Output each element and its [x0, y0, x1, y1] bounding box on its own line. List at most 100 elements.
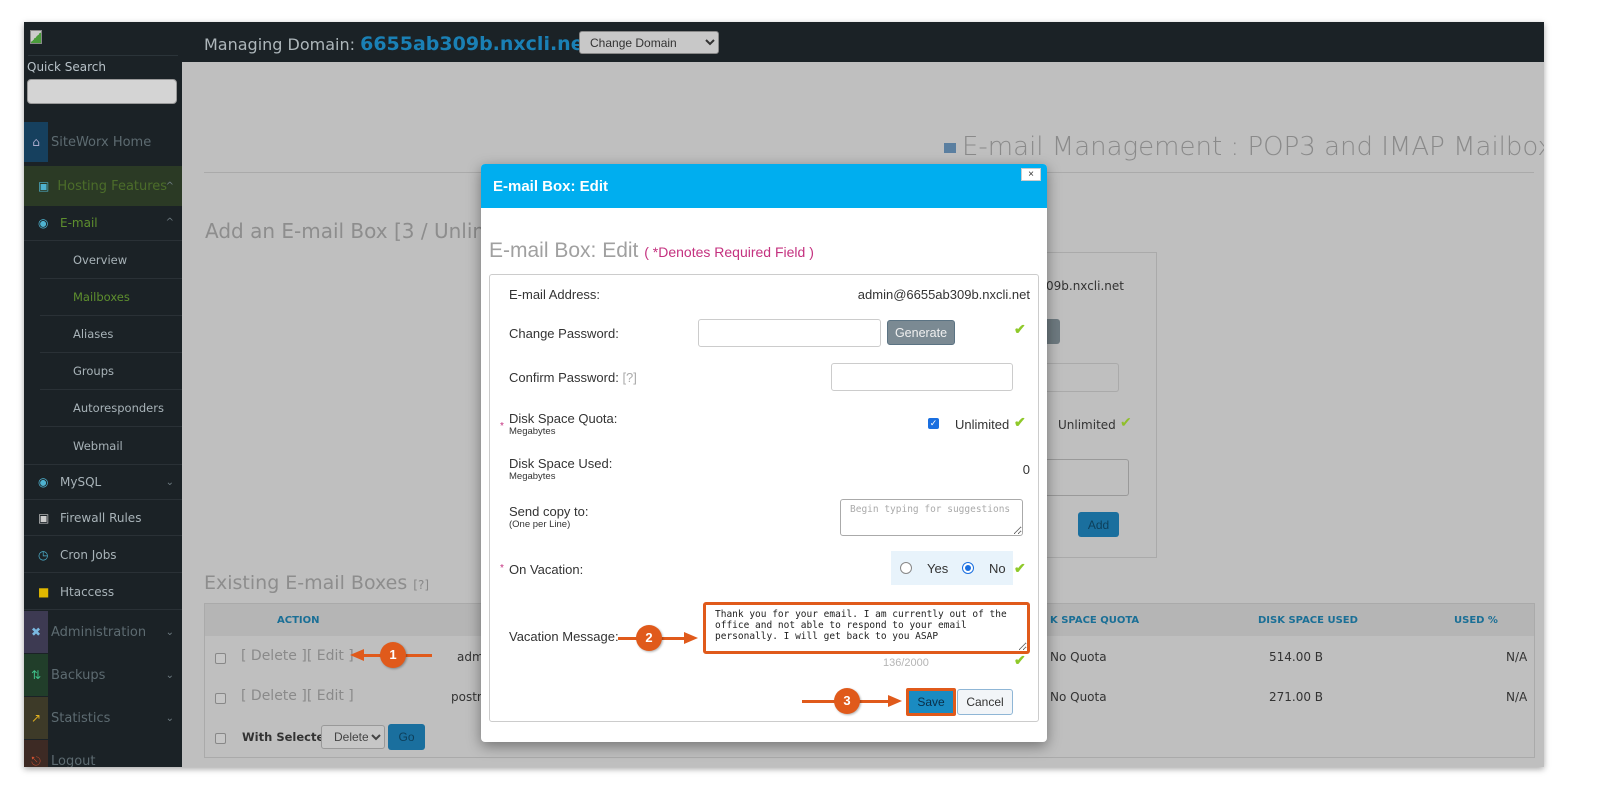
sidebar-item-logout[interactable]: ⎋ Logout — [24, 740, 182, 767]
sidebar-item-hosting-features[interactable]: ▣ Hosting Features ^ — [24, 166, 182, 206]
vacation-message-textarea[interactable]: Thank you for your email. I am currently… — [703, 602, 1030, 654]
close-icon[interactable]: × — [1021, 168, 1041, 181]
sidebar-item-overview[interactable]: Overview — [40, 242, 182, 279]
sidebar-item-cron[interactable]: ◷ Cron Jobs — [24, 537, 182, 573]
checkmark-icon: ✔ — [1014, 560, 1026, 576]
edit-mailbox-dialog: E-mail Box: Edit × E-mail Box: Edit ( *D… — [481, 164, 1047, 742]
disk-quota-label: Disk Space Quota: Megabytes — [509, 411, 618, 437]
go-button[interactable]: Go — [388, 724, 425, 750]
quick-search-label: Quick Search — [27, 60, 106, 74]
vacation-yes-radio[interactable] — [900, 562, 912, 574]
app-window: Quick Search ⌂ SiteWorx Home ▣ Hosting F… — [24, 22, 1544, 767]
managing-domain: Managing Domain: 6655ab309b.nxcli.net — [204, 33, 593, 55]
quota-cell: No Quota — [1050, 650, 1107, 664]
tools-icon: ✖ — [24, 611, 48, 653]
col-action[interactable]: ACTION — [277, 615, 320, 626]
add-form-copy-textarea[interactable] — [1046, 459, 1129, 496]
email-address-label: E-mail Address: — [509, 287, 601, 302]
generate-button[interactable]: Generate — [887, 320, 955, 345]
col-used[interactable]: DISK SPACE USED — [1258, 615, 1358, 626]
email-address-value: admin@6655ab309b.nxcli.net — [857, 287, 1030, 302]
logout-icon: ⎋ — [24, 740, 48, 767]
change-domain-select[interactable]: Change Domain — [579, 31, 719, 54]
add-form-domain: 09b.nxcli.net — [1046, 279, 1124, 293]
sidebar-item-groups[interactable]: Groups — [40, 353, 182, 390]
broken-image-icon — [30, 30, 42, 44]
home-icon: ⌂ — [24, 122, 48, 162]
database-icon: ◉ — [38, 475, 49, 489]
chevron-down-icon: ⌄ — [165, 712, 174, 724]
help-link[interactable]: [?] — [413, 578, 429, 592]
confirm-password-label: Confirm Password: [?] — [509, 370, 637, 385]
sidebar-item-mysql[interactable]: ◉ MySQL ⌄ — [24, 464, 182, 500]
confirm-password-input[interactable] — [831, 363, 1013, 391]
backup-arrows-icon: ⇅ — [24, 654, 48, 696]
sidebar-item-firewall[interactable]: ▣ Firewall Rules — [24, 500, 182, 536]
page-title: E-mail Management : POP3 and IMAP Mailbo… — [944, 132, 1544, 162]
disk-used-label: Disk Space Used: Megabytes — [509, 456, 613, 482]
add-button[interactable]: Add — [1078, 512, 1119, 537]
vacation-yes-label: Yes — [927, 561, 949, 576]
send-copy-textarea[interactable]: Begin typing for suggestions — [840, 499, 1023, 536]
logo — [28, 28, 178, 56]
chevron-down-icon: ⌄ — [165, 669, 174, 681]
quick-search-input[interactable] — [27, 79, 177, 104]
sidebar-item-email[interactable]: ◉ E-mail ^ — [24, 205, 182, 241]
vacation-message-label: Vacation Message: — [509, 629, 619, 644]
sidebar-item-htaccess[interactable]: ■ Htaccess — [24, 574, 182, 610]
row-checkbox[interactable] — [215, 693, 226, 704]
sidebar-item-administration[interactable]: ✖ Administration ⌄ — [24, 611, 182, 653]
unlimited-label: Unlimited — [955, 417, 1010, 432]
bulk-action-select[interactable]: Delete — [321, 725, 385, 749]
sidebar-item-aliases[interactable]: Aliases — [40, 316, 182, 353]
sidebar-item-backups[interactable]: ⇅ Backups ⌄ — [24, 654, 182, 696]
required-asterisk: * — [500, 421, 504, 432]
existing-mailboxes-title: Existing E-mail Boxes [?] — [204, 572, 430, 594]
domain-name: 6655ab309b.nxcli.net — [360, 33, 593, 55]
dialog-header: E-mail Box: Edit — [481, 164, 1047, 208]
quota-cell: No Quota — [1050, 690, 1107, 704]
help-link[interactable]: [?] — [622, 370, 636, 385]
col-quota[interactable]: K SPACE QUOTA — [1050, 615, 1139, 626]
annotation-badge-3: 3 — [834, 688, 860, 714]
col-used-pct[interactable]: USED % — [1454, 615, 1498, 626]
unlimited-checkbox[interactable]: ✓ — [928, 418, 939, 429]
chevron-up-icon: ^ — [165, 217, 174, 228]
cancel-button[interactable]: Cancel — [957, 689, 1013, 715]
vacation-radio-group: Yes No — [891, 551, 1013, 585]
select-all-checkbox[interactable] — [215, 733, 226, 744]
annotation-arrow-2 — [684, 632, 698, 644]
sidebar-item-webmail[interactable]: Webmail — [40, 427, 182, 464]
edit-link[interactable]: [ Edit ] — [307, 688, 354, 704]
chart-icon: ↗ — [24, 697, 48, 739]
delete-link[interactable]: [ Delete ] — [241, 688, 307, 704]
row-checkbox[interactable] — [215, 653, 226, 664]
checkmark-icon: ✔ — [1120, 414, 1132, 430]
add-form-generate-button[interactable] — [1046, 319, 1060, 344]
checkmark-icon: ✔ — [1014, 414, 1026, 430]
chevron-down-icon: ⌄ — [165, 626, 174, 638]
delete-link[interactable]: [ Delete ] — [241, 648, 307, 664]
checkmark-icon: ✔ — [1014, 652, 1026, 668]
sidebar-item-mailboxes[interactable]: Mailboxes — [40, 279, 182, 316]
sidebar-item-autoresponders[interactable]: Autoresponders — [40, 390, 182, 427]
monitor-icon: ▣ — [38, 179, 50, 193]
vacation-no-radio[interactable] — [962, 562, 974, 574]
top-header: Managing Domain: 6655ab309b.nxcli.net Ch… — [182, 22, 1544, 62]
change-password-input[interactable] — [698, 319, 881, 347]
edit-link[interactable]: [ Edit ] — [307, 648, 354, 664]
change-password-label: Change Password: — [509, 326, 619, 341]
save-button[interactable]: Save — [906, 688, 956, 716]
annotation-badge-1: 1 — [380, 642, 406, 668]
checkmark-icon: ✔ — [1014, 321, 1026, 337]
chevron-down-icon: ⌄ — [165, 476, 174, 488]
sidebar-item-siteworx-home[interactable]: ⌂ SiteWorx Home — [24, 122, 182, 162]
add-form-confirm-input[interactable] — [1046, 363, 1119, 392]
disk-used-value: 0 — [1022, 462, 1030, 477]
pct-cell: N/A — [1506, 690, 1528, 704]
annotation-arrow-3 — [888, 695, 902, 707]
sidebar-item-statistics[interactable]: ↗ Statistics ⌄ — [24, 697, 182, 739]
terminal-icon: ▣ — [38, 510, 50, 525]
required-note: ( *Denotes Required Field ) — [644, 244, 814, 260]
mailbox-name: adm — [457, 650, 484, 664]
